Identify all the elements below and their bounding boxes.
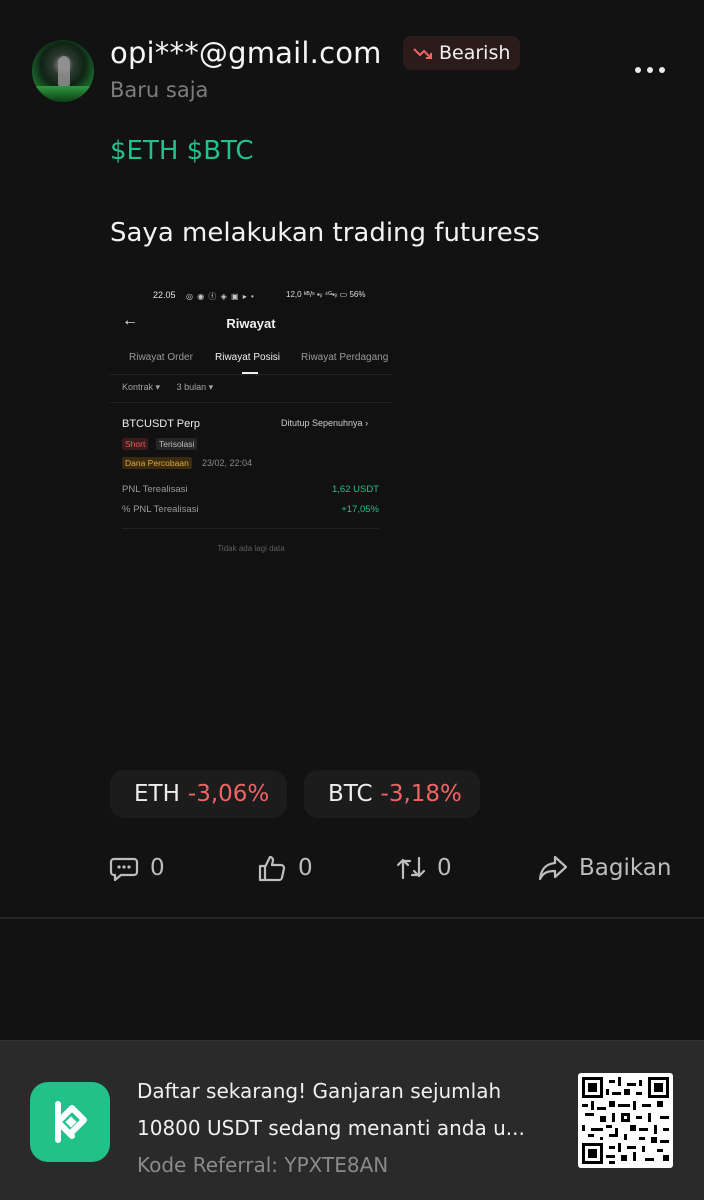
like-button[interactable]: 0 [256, 846, 313, 890]
kucoin-logo-icon [30, 1082, 110, 1162]
referral-banner[interactable]: Daftar sekarang! Ganjaran sejumlah 10800… [0, 1040, 704, 1200]
pnl-label: PNL Terealisasi [122, 484, 188, 495]
user-avatar[interactable] [32, 40, 94, 102]
like-count: 0 [298, 855, 313, 881]
filter-period: 3 bulan ▾ [176, 382, 214, 392]
share-button[interactable]: Bagikan [537, 846, 671, 890]
more-options-button[interactable] [630, 60, 670, 80]
thumbs-up-icon [258, 855, 286, 882]
status-right: 12,0 ᵏᴮ/ˢ ▪ᵢₗ ⁴ᴳ▪ᵢₗ ▭ 56% [286, 290, 366, 299]
tab-riwayat-posisi: Riwayat Posisi [215, 352, 281, 363]
qr-code-icon [578, 1073, 673, 1168]
attached-screenshot[interactable]: 22.05 ◎ ◉ ⓕ ◈ ▣ ▸ • 12,0 ᵏᴮ/ˢ ▪ᵢₗ ⁴ᴳ▪ᵢₗ … [110, 282, 392, 572]
tab-riwayat-perdagangan: Riwayat Perdagang [301, 352, 389, 363]
avatar-figure [58, 56, 70, 86]
position-status: Ditutup Sepenuhnya › [281, 418, 369, 428]
status-app-icons: ◎ ◉ ⓕ ◈ ▣ ▸ • [186, 292, 255, 301]
post-separator [0, 917, 704, 919]
post-content: Saya melakukan trading futuress [110, 218, 540, 248]
price-change: -3,18% [380, 781, 462, 807]
tab-fragment: ı [110, 352, 111, 363]
repost-icon [396, 856, 426, 880]
comment-count: 0 [150, 855, 165, 881]
status-time: 22.05 [153, 290, 176, 300]
pnl-pct-row: % PNL Terealisasi +17,05% [122, 504, 379, 515]
mode-chip: Terisolasi [156, 438, 198, 450]
divider [110, 374, 392, 375]
price-chip-eth[interactable]: ETH -3,06% [110, 770, 288, 818]
post-card: opi***@gmail.com Baru saja Bearish $ETH … [0, 0, 704, 918]
sentiment-label: Bearish [439, 42, 511, 64]
comment-icon [109, 857, 139, 882]
referral-code: Kode Referral: YPXTE8AN [137, 1153, 389, 1177]
side-chip: Short [122, 438, 149, 450]
share-label: Bagikan [579, 855, 672, 881]
avatar-grass [32, 86, 94, 102]
price-change: -3,06% [187, 781, 270, 807]
filter-contract: Kontrak ▾ [122, 382, 161, 392]
promo-line-1: Daftar sekarang! Ganjaran sejumlah [137, 1079, 502, 1103]
pnl-pct-value: +17,05% [341, 504, 379, 515]
action-bar: 0 0 0 Bagikan [0, 846, 704, 890]
trial-fund-chip: Dana Percobaan [122, 457, 192, 469]
username[interactable]: opi***@gmail.com [110, 36, 382, 70]
pnl-pct-label: % PNL Terealisasi [122, 504, 199, 515]
price-chip-btc[interactable]: BTC -3,18% [304, 770, 480, 818]
pnl-value: 1,62 USDT [332, 484, 379, 495]
more-dot-icon [647, 67, 653, 73]
divider [110, 402, 392, 403]
repost-count: 0 [437, 855, 452, 881]
status-bar: 22.05 ◎ ◉ ⓕ ◈ ▣ ▸ • 12,0 ᵏᴮ/ˢ ▪ᵢₗ ⁴ᴳ▪ᵢₗ … [110, 290, 392, 302]
post-tags[interactable]: $ETH $BTC [110, 136, 254, 166]
price-symbol: BTC [328, 781, 373, 807]
promo-line-2: 10800 USDT sedang menanti anda u... [137, 1116, 525, 1140]
repost-button[interactable]: 0 [395, 846, 452, 890]
screenshot-tabs: ı Riwayat Order Riwayat Posisi Riwayat P… [110, 352, 392, 372]
pnl-row: PNL Terealisasi 1,62 USDT [122, 484, 379, 495]
no-more-data: Tidak ada lagi data [217, 544, 285, 553]
more-dot-icon [635, 67, 641, 73]
screenshot-title: Riwayat [226, 316, 276, 331]
post-time: Baru saja [110, 78, 209, 102]
more-dot-icon [659, 67, 665, 73]
trend-down-icon [413, 48, 432, 59]
screenshot-filters: Kontrak ▾ 3 bulan ▾ [122, 382, 227, 393]
comment-button[interactable]: 0 [108, 846, 165, 890]
sentiment-badge: Bearish [403, 36, 521, 70]
position-pair: BTCUSDT Perp [122, 418, 201, 430]
price-symbol: ETH [134, 781, 180, 807]
position-date: 23/02, 22:04 [202, 458, 253, 468]
divider [122, 528, 379, 529]
share-icon [538, 855, 568, 881]
tab-riwayat-order: Riwayat Order [129, 352, 193, 363]
promo-text: Daftar sekarang! Ganjaran sejumlah 10800… [137, 1073, 557, 1184]
